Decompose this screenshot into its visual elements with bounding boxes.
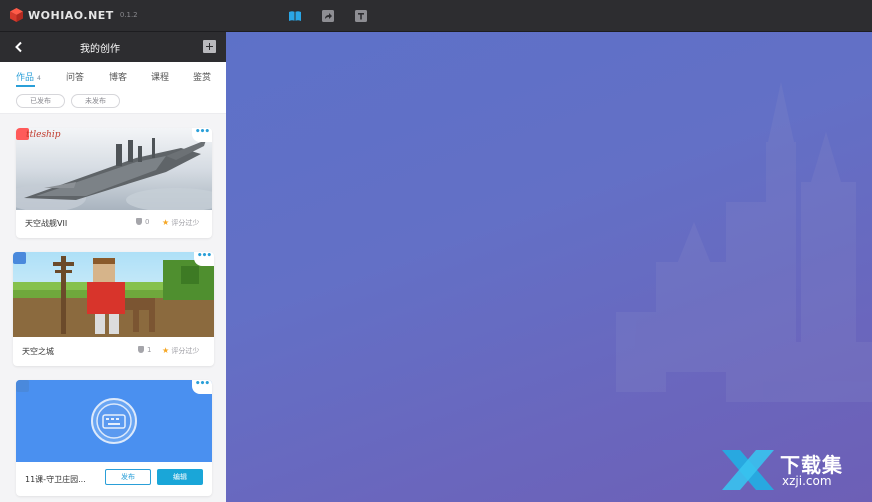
text-icon[interactable] <box>354 9 368 23</box>
card-rating: ★ 评分过少 <box>162 346 199 356</box>
app-logo: WOHIAO.NET 0.1.2 <box>10 8 138 22</box>
panel-header: 我的创作 <box>0 32 226 62</box>
keyboard-icon <box>91 398 137 444</box>
tab-works-label: 作品 <box>16 73 35 83</box>
stat-count: 0 <box>145 218 150 226</box>
filter-bar: 已发布 未发布 <box>0 88 226 114</box>
x-logo-icon <box>722 450 774 490</box>
creation-card[interactable]: ttleship ••• 天空战舰VII 0 ★ 评分过少 <box>16 128 212 238</box>
rating-text: 评分过少 <box>171 219 200 227</box>
cube-logo-icon <box>10 8 23 22</box>
card-thumbnail <box>16 128 212 210</box>
creation-card[interactable]: ••• 天空之城 1 ★ 评分过少 <box>13 252 214 366</box>
card-stat: 0 <box>136 218 149 226</box>
card-title: 天空战舰VII <box>25 219 68 228</box>
tab-qa[interactable]: 问答 <box>66 70 84 83</box>
edit-button[interactable]: 编辑 <box>157 469 203 485</box>
course-badge-icon <box>16 380 29 392</box>
filter-published[interactable]: 已发布 <box>16 94 65 108</box>
card-rating: ★ 评分过少 <box>162 218 199 228</box>
active-tab-indicator <box>16 85 35 87</box>
course-badge-icon <box>13 252 26 264</box>
card-title: 天空之城 <box>22 347 54 356</box>
tab-courses[interactable]: 课程 <box>151 70 169 83</box>
shield-icon <box>138 346 144 353</box>
stat-count: 1 <box>147 346 152 354</box>
tab-appreciation[interactable]: 鉴赏 <box>193 70 211 83</box>
tab-blog[interactable]: 博客 <box>109 70 127 83</box>
share-icon[interactable] <box>321 9 335 23</box>
star-icon: ★ <box>162 218 170 227</box>
card-title: 11课-守卫庄园... <box>25 475 86 484</box>
app-version: 0.1.2 <box>119 11 138 19</box>
tab-works-count: 4 <box>37 75 41 82</box>
castle-background-image <box>616 82 872 402</box>
thumbnail-logo-text: ttleship <box>26 130 61 140</box>
card-stat: 1 <box>138 346 151 354</box>
more-options-icon[interactable]: ••• <box>192 128 212 142</box>
tab-works[interactable]: 作品 4 <box>16 70 41 83</box>
publish-button[interactable]: 发布 <box>105 469 151 485</box>
filter-unpublished[interactable]: 未发布 <box>71 94 120 108</box>
rating-text: 评分过少 <box>171 347 200 355</box>
preview-stage <box>226 32 872 502</box>
card-thumbnail <box>13 252 214 337</box>
more-options-icon[interactable]: ••• <box>194 252 214 266</box>
panel-title: 我的创作 <box>80 44 120 55</box>
title-bar: WOHIAO.NET 0.1.2 <box>0 0 872 32</box>
shield-icon <box>136 218 142 225</box>
add-creation-icon[interactable] <box>203 40 216 53</box>
creation-card[interactable]: ••• 11课-守卫庄园... 发布 编辑 <box>16 380 212 496</box>
book-icon[interactable] <box>288 9 302 23</box>
watermark-url: xzji.com <box>782 474 832 488</box>
tab-bar: 作品 4 问答 博客 课程 鉴赏 <box>0 62 226 88</box>
creations-panel: 我的创作 作品 4 问答 博客 课程 鉴赏 已发布 未发布 ttleship •… <box>0 32 226 502</box>
star-icon: ★ <box>162 346 170 355</box>
site-watermark: 下载集 xzji.com <box>718 445 863 495</box>
more-options-icon[interactable]: ••• <box>192 380 212 394</box>
app-name: WOHIAO.NET <box>28 8 114 22</box>
